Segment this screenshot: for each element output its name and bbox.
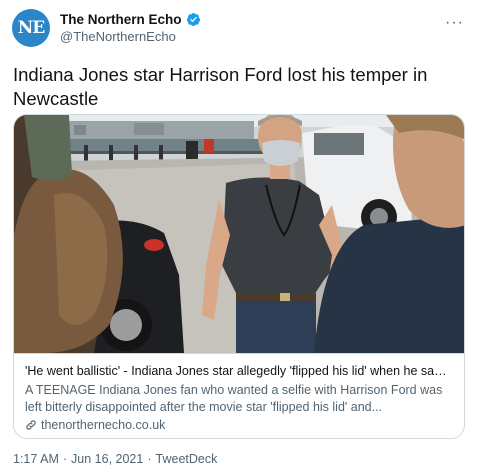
separator: · [62, 452, 68, 466]
card-description: A TEENAGE Indiana Jones fan who wanted a… [25, 383, 443, 414]
tweet-header: NE The Northern Echo @TheNorthernEcho ··… [12, 8, 466, 48]
author-info: The Northern Echo @TheNorthernEcho [60, 12, 201, 44]
card-image[interactable] [14, 115, 464, 353]
tweet-date[interactable]: Jun 16, 2021 [71, 452, 143, 466]
card-domain-row: thenorthernecho.co.uk [25, 418, 455, 432]
link-card[interactable]: 'He went ballistic' - Indiana Jones star… [13, 114, 465, 439]
tweet-time[interactable]: 1:17 AM [13, 452, 59, 466]
handle[interactable]: @TheNorthernEcho [60, 29, 201, 44]
avatar[interactable]: NE [12, 9, 50, 47]
card-title: 'He went ballistic' - Indiana Jones star… [25, 364, 455, 378]
link-icon [26, 420, 36, 430]
card-photo [14, 115, 464, 353]
tweet-meta: 1:17 AM · Jun 16, 2021 · TweetDeck [13, 452, 221, 466]
tweet-source[interactable]: TweetDeck [156, 452, 218, 466]
separator: · [147, 452, 152, 466]
display-name[interactable]: The Northern Echo [60, 12, 182, 27]
card-domain: thenorthernecho.co.uk [41, 418, 166, 432]
more-options-icon[interactable]: ··· [445, 14, 464, 32]
card-body[interactable]: 'He went ballistic' - Indiana Jones star… [14, 353, 464, 438]
avatar-logo-text: NE [17, 18, 45, 38]
tweet-text: Indiana Jones star Harrison Ford lost hi… [13, 64, 428, 109]
name-row: The Northern Echo [60, 12, 201, 27]
tweet: NE The Northern Echo @TheNorthernEcho ··… [0, 0, 478, 475]
verified-badge-icon [186, 12, 200, 27]
